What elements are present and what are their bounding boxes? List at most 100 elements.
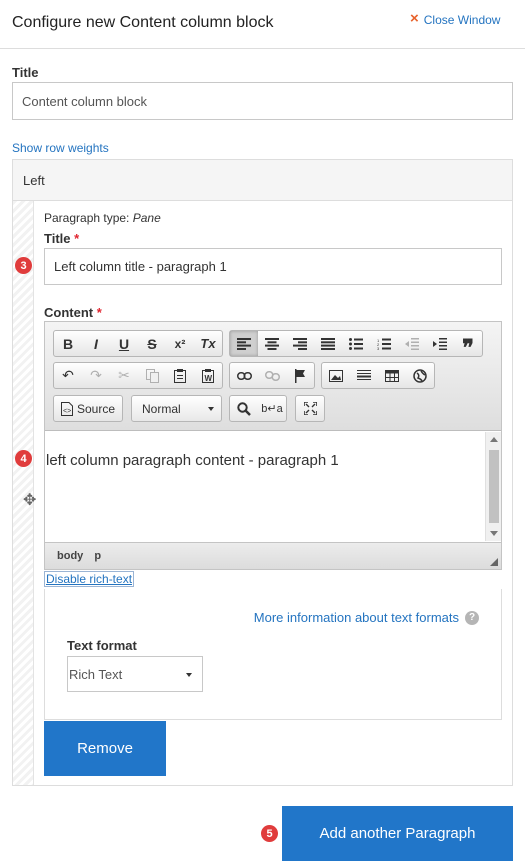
unlink-icon — [264, 370, 280, 381]
flag-icon — [295, 368, 305, 383]
step-badge-5: 5 — [261, 825, 278, 842]
paragraph-title-input[interactable]: Left column title - paragraph 1 — [44, 248, 502, 285]
bulleted-list-button[interactable] — [342, 331, 370, 356]
paste-from-word-icon: W — [202, 368, 214, 383]
redo-icon: ↷ — [90, 367, 102, 383]
text-format-value: Rich Text — [69, 667, 123, 682]
superscript-button[interactable]: x² — [166, 331, 194, 356]
horizontal-rule-button[interactable] — [350, 363, 378, 388]
required-mark: * — [74, 231, 80, 246]
drag-handle-icon[interactable]: ✥ — [23, 490, 36, 510]
paste-button[interactable] — [166, 363, 194, 388]
svg-text:W: W — [205, 374, 213, 383]
numbered-list-icon: 123 — [377, 338, 391, 350]
undo-button[interactable]: ↶ — [54, 363, 82, 388]
show-row-weights-link[interactable]: Show row weights — [12, 141, 109, 155]
required-mark: * — [96, 305, 102, 320]
insert-group — [321, 362, 435, 389]
indent-icon — [433, 337, 447, 350]
image-icon — [329, 369, 343, 382]
step-badge-4: 4 — [15, 450, 32, 467]
maximize-button[interactable] — [296, 396, 324, 421]
source-button[interactable]: <> Source — [54, 396, 122, 421]
globe-icon — [413, 368, 427, 383]
anchor-button[interactable] — [286, 363, 314, 388]
dialog-title: Configure new Content column block — [12, 14, 274, 31]
scroll-thumb[interactable] — [489, 450, 499, 523]
search-icon — [237, 401, 251, 416]
justify-icon — [321, 337, 335, 350]
image-button[interactable] — [322, 363, 350, 388]
close-window-label: Close Window — [423, 13, 501, 27]
outdent-icon — [405, 337, 419, 350]
table-icon — [385, 369, 399, 382]
editor-content-area[interactable]: left column paragraph content - paragrap… — [45, 431, 485, 541]
unlink-button[interactable] — [258, 363, 286, 388]
scroll-up-icon[interactable] — [490, 437, 498, 442]
blockquote-button[interactable]: ❞ — [454, 331, 482, 360]
underline-button[interactable]: U — [110, 331, 138, 356]
history-group: ↶ ↷ ✂ W — [53, 362, 223, 389]
iframe-button[interactable] — [406, 363, 434, 388]
table-button[interactable] — [378, 363, 406, 388]
scroll-down-icon[interactable] — [490, 531, 498, 536]
rich-text-editor: B I U S x² Tx 123 ❞ ↶ ↷ ✂ W <> Source No… — [44, 321, 502, 570]
content-label: Content * — [44, 305, 102, 320]
blockquote-icon: ❞ — [462, 335, 474, 360]
editor-scrollbar[interactable] — [485, 432, 501, 541]
replace-button[interactable]: b↵a — [258, 396, 286, 421]
dialog-header: Configure new Content column block × Clo… — [0, 0, 525, 49]
paste-icon — [174, 368, 186, 383]
close-window-link[interactable]: × Close Window — [410, 10, 500, 27]
resize-handle-icon[interactable] — [490, 558, 498, 566]
horizontal-rule-icon — [357, 369, 371, 380]
align-center-button[interactable] — [258, 331, 286, 356]
paragraph-type: Paragraph type: Pane — [44, 211, 161, 225]
paragraph-title-label: Title * — [44, 231, 79, 246]
content-label-text: Content — [44, 305, 94, 320]
tools-group — [295, 395, 325, 422]
more-info-link[interactable]: More information about text formats ? — [254, 610, 479, 625]
align-center-icon — [265, 337, 279, 350]
basic-styles-group: B I U S x² Tx — [53, 330, 223, 357]
italic-button[interactable]: I — [82, 331, 110, 356]
justify-button[interactable] — [314, 331, 342, 356]
cut-button[interactable]: ✂ — [110, 363, 138, 388]
copy-icon — [145, 368, 159, 383]
add-paragraph-button[interactable]: Add another Paragraph — [282, 806, 513, 861]
maximize-icon — [303, 402, 317, 415]
block-title-input[interactable]: Content column block — [12, 82, 513, 120]
outdent-button[interactable] — [398, 331, 426, 356]
paste-word-button[interactable]: W — [194, 363, 222, 388]
source-icon: <> — [61, 401, 73, 416]
chevron-down-icon — [186, 673, 192, 677]
chevron-down-icon — [208, 407, 214, 411]
source-group: <> Source — [53, 395, 124, 422]
replace-icon: b↵a — [261, 403, 283, 415]
paragraph-group: 123 ❞ — [229, 330, 483, 360]
find-button[interactable] — [230, 396, 258, 421]
format-dropdown-value: Normal — [142, 402, 181, 416]
align-left-icon — [237, 337, 251, 350]
redo-button[interactable]: ↷ — [82, 363, 110, 388]
bold-button[interactable]: B — [54, 331, 82, 356]
path-p[interactable]: p — [94, 550, 101, 562]
text-format-select[interactable]: Rich Text — [67, 656, 203, 692]
remove-format-button[interactable]: Tx — [194, 331, 222, 356]
link-icon — [236, 371, 252, 380]
link-button[interactable] — [230, 363, 258, 388]
align-right-button[interactable] — [286, 331, 314, 356]
svg-text:3: 3 — [377, 346, 380, 350]
path-body[interactable]: body — [57, 550, 83, 562]
copy-button[interactable] — [138, 363, 166, 388]
numbered-list-button[interactable]: 123 — [370, 331, 398, 356]
help-icon: ? — [465, 610, 479, 625]
disable-rich-text-link[interactable]: Disable rich-text — [44, 571, 135, 587]
remove-button[interactable]: Remove — [44, 721, 166, 776]
links-group — [229, 362, 315, 389]
step-badge-3: 3 — [15, 257, 32, 274]
strike-button[interactable]: S — [138, 331, 166, 356]
indent-button[interactable] — [426, 331, 454, 356]
format-dropdown[interactable]: Normal — [131, 395, 222, 422]
align-left-button[interactable] — [230, 331, 258, 356]
